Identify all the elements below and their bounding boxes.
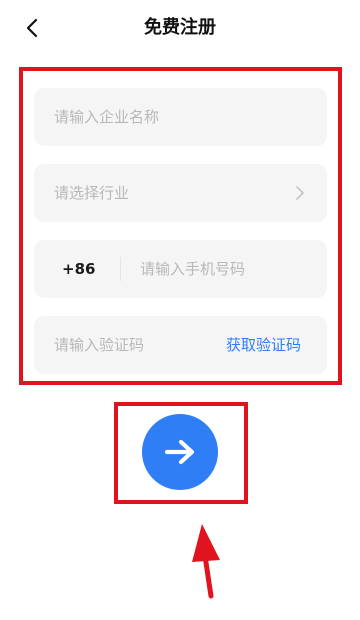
verification-code-placeholder: 请输入验证码 [54,336,145,354]
phone-field[interactable]: +86 请输入手机号码 [34,240,327,298]
company-name-field[interactable]: 请输入企业名称 [34,88,327,146]
phone-placeholder: 请输入手机号码 [140,260,246,278]
country-code[interactable]: +86 [62,240,95,298]
arrow-right-icon [164,439,195,465]
get-code-button[interactable]: 获取验证码 [226,316,301,374]
red-pointer-arrow-icon [192,524,220,599]
industry-placeholder: 请选择行业 [54,184,130,202]
page-title: 免费注册 [144,17,216,38]
divider [120,257,121,281]
industry-select[interactable]: 请选择行业 [34,164,327,222]
verification-code-field[interactable]: 请输入验证码 获取验证码 [34,316,327,374]
next-button[interactable] [142,414,218,490]
chevron-right-icon [296,186,304,200]
header: 免费注册 [0,0,360,56]
company-name-placeholder: 请输入企业名称 [54,108,160,126]
